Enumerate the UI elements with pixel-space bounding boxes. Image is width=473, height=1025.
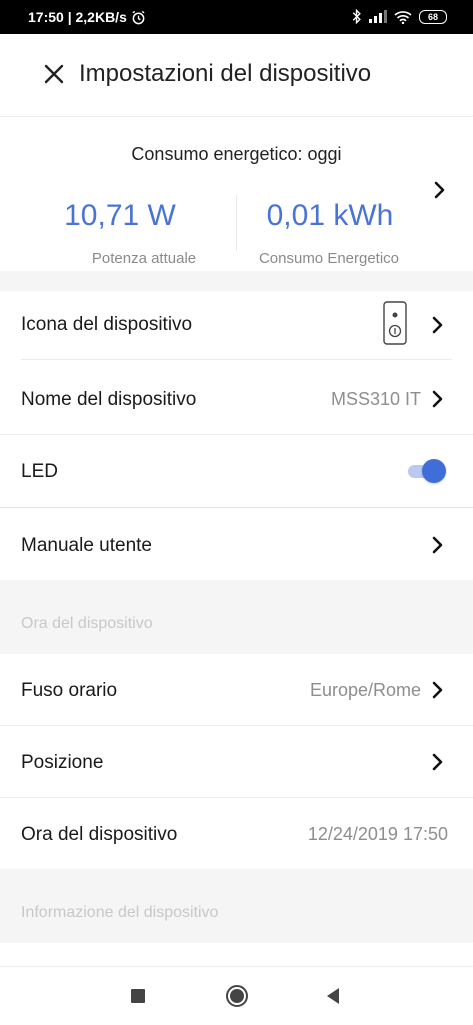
row-device-time: Ora del dispositivo 12/24/2019 17:50 [0, 798, 473, 869]
status-time-speed: 17:50 | 2,2KB/s [28, 9, 127, 25]
app-header: Impostazioni del dispositivo [0, 34, 473, 117]
energy-consumption-value: 0,01 kWh [266, 199, 394, 232]
status-bar: 17:50 | 2,2KB/s 68 [0, 0, 473, 34]
energy-consumption-label: Consumo Energetico [258, 250, 400, 267]
led-toggle[interactable] [408, 459, 446, 483]
section-header-info: Informazione del dispositivo [0, 869, 473, 943]
close-icon[interactable] [40, 60, 68, 88]
chevron-right-icon[interactable] [431, 390, 445, 408]
row-position[interactable]: Posizione [0, 726, 473, 797]
energy-title: Consumo energetico: oggi [131, 144, 342, 164]
bluetooth-icon [352, 9, 361, 24]
section-label: Ora del dispositivo [21, 615, 153, 632]
row-label: Manuale utente [21, 535, 152, 556]
signal-icon [369, 10, 387, 23]
timezone-value: Europe/Rome [309, 680, 421, 700]
chevron-right-icon[interactable] [431, 536, 445, 554]
current-power-value: 10,71 W [64, 199, 176, 232]
row-label: Fuso orario [21, 680, 118, 701]
row-partial [0, 943, 473, 966]
battery-indicator: 68 [419, 9, 447, 24]
row-led: LED [0, 435, 473, 507]
recents-button[interactable] [131, 989, 145, 1003]
energy-summary-card[interactable]: Consumo energetico: oggi 10,71 W Potenza… [0, 117, 473, 271]
row-label: Nome del dispositivo [21, 389, 197, 410]
section-header-time: Ora del dispositivo [0, 580, 473, 654]
back-button[interactable] [325, 987, 341, 1005]
chevron-right-icon[interactable] [433, 181, 447, 199]
home-button[interactable] [225, 984, 249, 1008]
row-label: Ora del dispositivo [21, 824, 178, 845]
row-device-name[interactable]: Nome del dispositivo MSS310 IT [0, 360, 473, 434]
device-time-value: 12/24/2019 17:50 [307, 824, 448, 844]
chevron-right-icon[interactable] [431, 316, 445, 334]
section-label: Informazione del dispositivo [21, 904, 219, 921]
wifi-icon [394, 10, 412, 24]
row-label: Posizione [21, 752, 104, 773]
row-device-icon[interactable]: Icona del dispositivo [0, 291, 473, 359]
alarm-icon [132, 10, 145, 24]
row-label: Icona del dispositivo [21, 314, 193, 335]
row-timezone[interactable]: Fuso orario Europe/Rome [0, 654, 473, 725]
row-label: LED [21, 461, 58, 482]
smart-plug-icon [383, 301, 407, 345]
system-nav-bar [0, 966, 473, 1025]
row-user-manual[interactable]: Manuale utente [0, 508, 473, 580]
section-gap [0, 271, 473, 291]
toggle-knob [422, 459, 446, 483]
chevron-right-icon[interactable] [431, 681, 445, 699]
current-power-label: Potenza attuale [91, 250, 197, 267]
chevron-right-icon[interactable] [431, 753, 445, 771]
page-title: Impostazioni del dispositivo [79, 60, 372, 87]
device-name-value: MSS310 IT [330, 389, 421, 409]
